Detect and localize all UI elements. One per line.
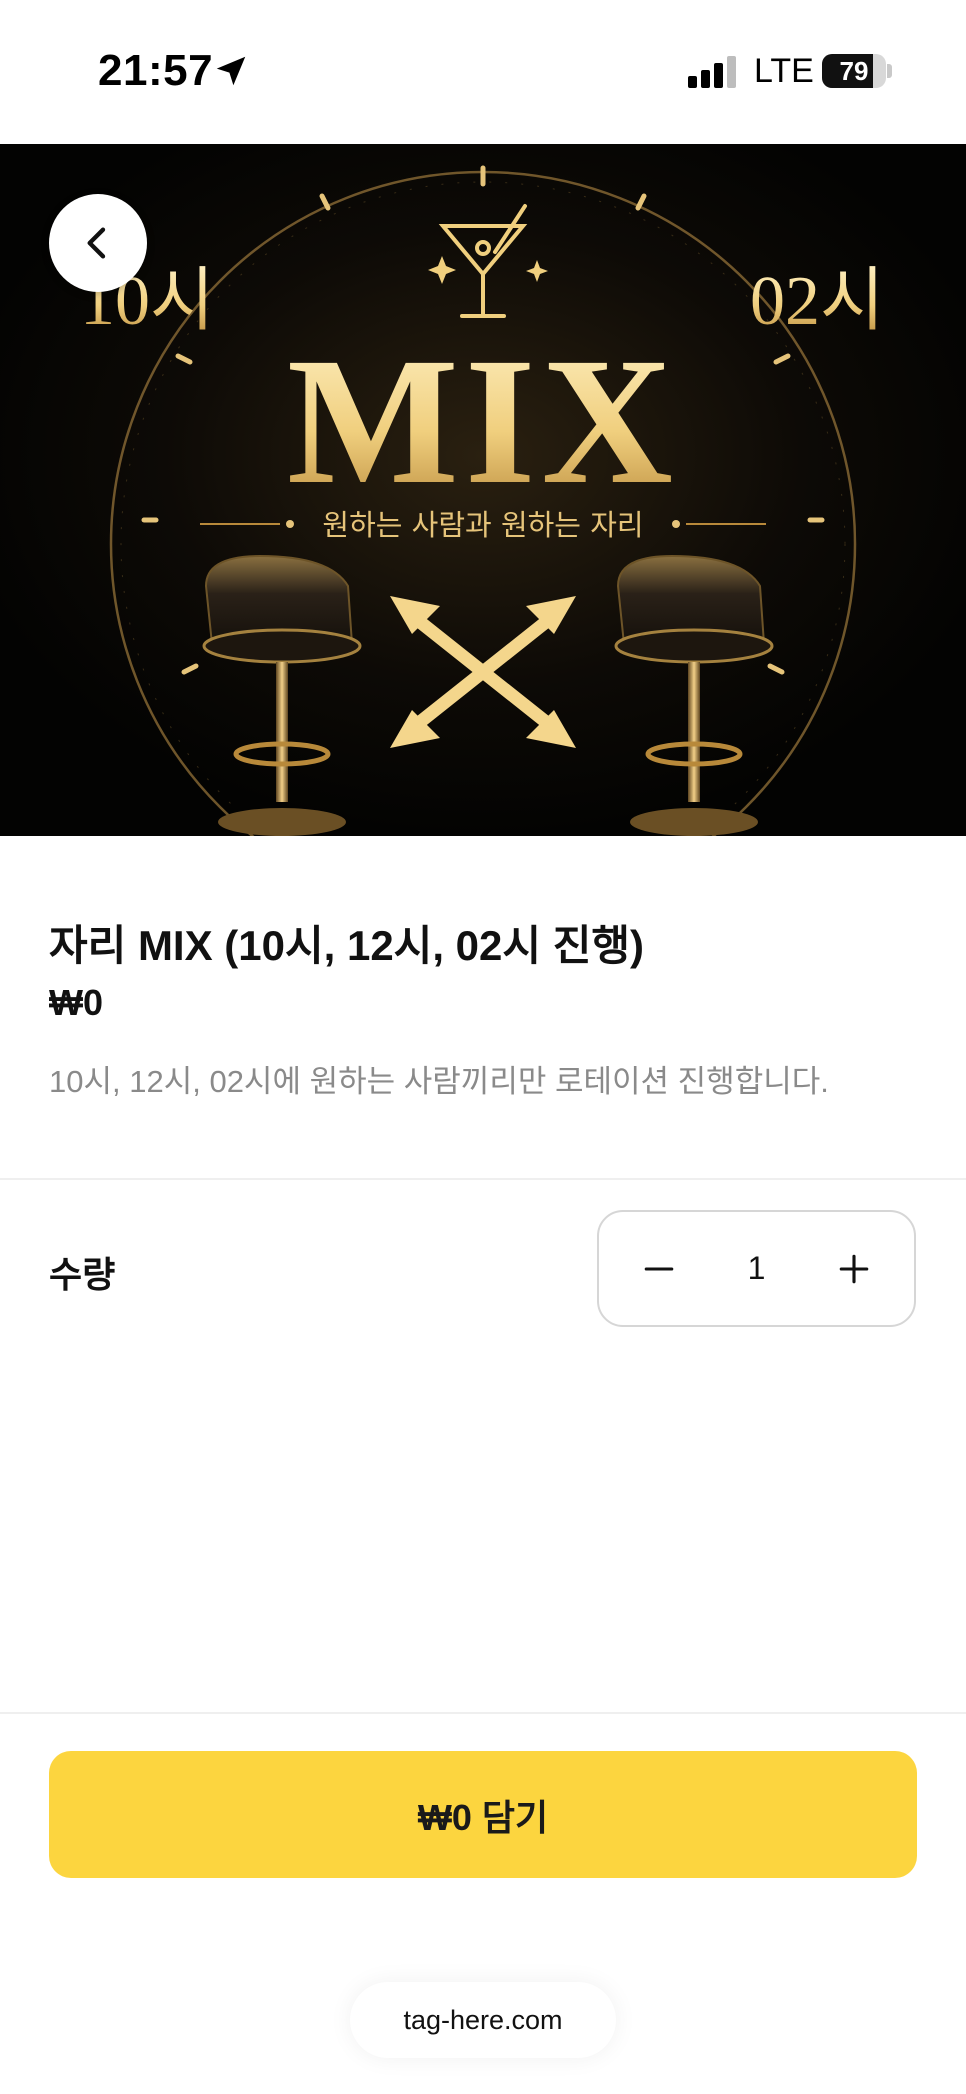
minus-icon: [644, 1266, 674, 1271]
product-price: ₩0: [49, 982, 103, 1023]
domain-pill[interactable]: tag-here.com: [350, 1982, 616, 2058]
increase-quantity-button[interactable]: [804, 1212, 904, 1325]
hero-subtitle: 원하는 사람과 원하는 자리: [322, 508, 643, 542]
hero-right-time: 02시: [750, 263, 884, 340]
battery-icon: 79: [822, 54, 886, 88]
network-type: LTE: [754, 52, 814, 90]
add-to-cart-button[interactable]: ₩0 담기: [49, 1751, 917, 1878]
quantity-label: 수량: [49, 1254, 116, 1295]
plus-icon: [839, 1254, 869, 1283]
domain-label: tag-here.com: [403, 2004, 563, 2035]
location-arrow-icon: [216, 56, 246, 86]
decrease-quantity-button[interactable]: [609, 1212, 709, 1325]
section-divider: [0, 1178, 966, 1180]
quantity-stepper: 1: [597, 1210, 916, 1327]
chevron-left-icon: [87, 227, 106, 259]
bottom-divider: [0, 1712, 966, 1714]
add-to-cart-label: ₩0 담기: [417, 1796, 549, 1838]
back-button[interactable]: [49, 194, 147, 292]
battery-cap: [887, 64, 892, 78]
quantity-value: 1: [747, 1250, 766, 1286]
hero-title: MIX: [287, 321, 679, 522]
battery-percent: 79: [839, 56, 869, 86]
signal-bars-icon: [688, 56, 736, 88]
product-name: 자리 MIX (10시, 12시, 02시 진행): [49, 922, 644, 969]
product-description: 10시, 12시, 02시에 원하는 사람끼리만 로테이션 진행합니다.: [49, 1064, 829, 1099]
status-bar: 21:57 LTE 79: [0, 0, 966, 144]
status-time: 21:57: [98, 46, 214, 95]
